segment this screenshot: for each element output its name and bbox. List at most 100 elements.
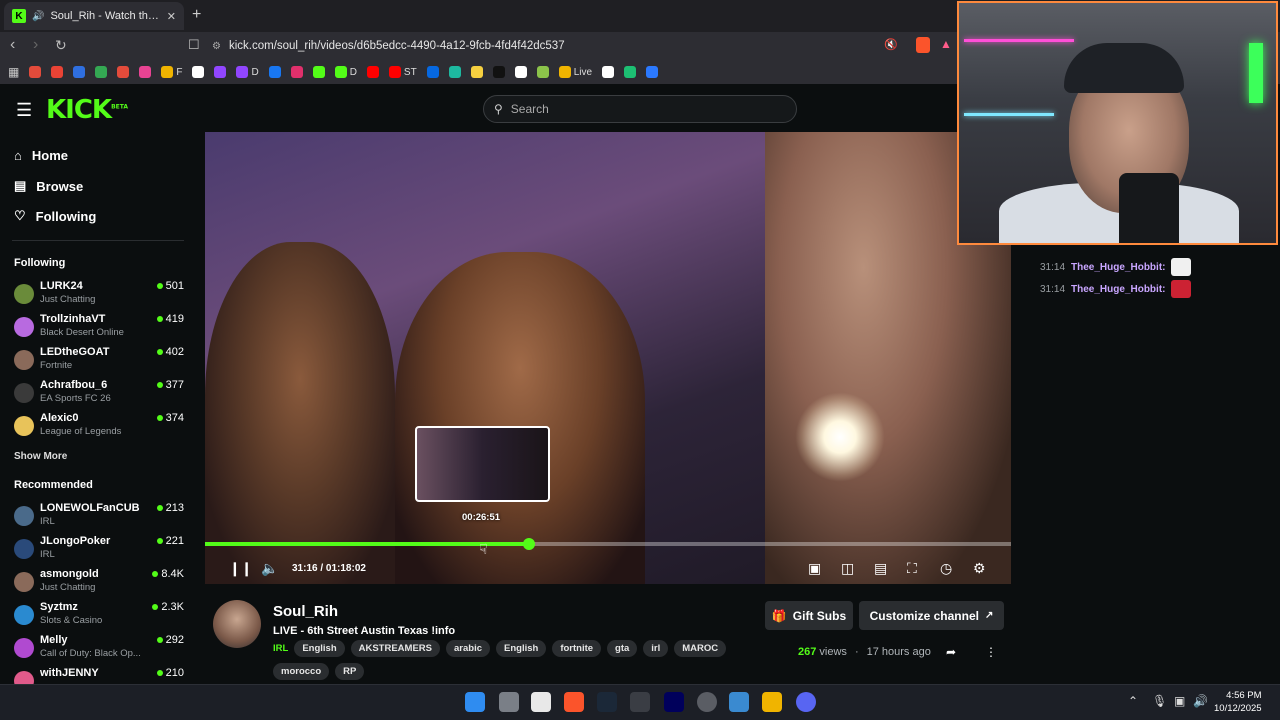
more-options-icon[interactable]: ⋮ [985, 645, 997, 659]
network-icon[interactable]: ▣ [1174, 694, 1185, 708]
bookmark-item[interactable] [117, 66, 130, 78]
bookmark-item[interactable] [470, 66, 483, 78]
gift-subs-button[interactable]: 🎁 Gift Subs [765, 601, 853, 630]
customize-channel-button[interactable]: Customize channel ↗ [859, 601, 1004, 630]
mute-site-icon[interactable]: 🔇 [884, 38, 898, 51]
show-more-link[interactable]: Show More [14, 451, 67, 462]
tray-chevron-icon[interactable]: ⌃ [1128, 694, 1138, 708]
clip-icon[interactable]: ◫ [841, 560, 854, 577]
bookmark-item[interactable] [426, 66, 439, 78]
app-icon[interactable] [531, 692, 551, 712]
search-input[interactable]: ⚲ Search [483, 95, 797, 123]
category-link[interactable]: IRL [273, 640, 288, 657]
system-clock[interactable]: 4:56 PM 10/12/2025 [1214, 689, 1262, 715]
reload-icon[interactable]: ↻ [55, 37, 67, 54]
nav-following[interactable]: ♡ Following [14, 208, 96, 224]
brave-rewards-icon[interactable]: ▲ [940, 37, 952, 51]
share-icon[interactable]: ➦ [946, 645, 956, 659]
new-tab-button[interactable]: + [192, 6, 201, 24]
close-tab-icon[interactable]: ✕ [167, 10, 176, 23]
playback-speed-icon[interactable]: ◷ [940, 560, 952, 577]
nav-browse[interactable]: ▤ Browse [14, 178, 83, 194]
channel-list-item[interactable]: LONEWOLFanCUB IRL 213 [14, 502, 184, 534]
task-view-icon[interactable] [499, 692, 519, 712]
bookmark-icon[interactable]: ☐ [188, 37, 200, 53]
tag-chip[interactable]: English [294, 640, 345, 657]
bookmark-item[interactable]: ST [388, 66, 417, 78]
bookmark-item[interactable] [95, 66, 108, 78]
tag-chip[interactable]: morocco [273, 663, 330, 680]
channel-list-item[interactable]: Melly Call of Duty: Black Op... 292 [14, 634, 184, 666]
bookmark-item[interactable] [624, 66, 637, 78]
site-info-icon[interactable]: ⚙ [212, 41, 221, 52]
bookmark-item[interactable] [366, 66, 379, 78]
file-explorer-icon[interactable] [762, 692, 782, 712]
start-menu-icon[interactable] [465, 692, 485, 712]
bookmark-item[interactable] [492, 66, 505, 78]
bookmark-item[interactable]: F [161, 66, 182, 78]
nav-home[interactable]: ⌂ Home [14, 148, 68, 163]
channel-list-item[interactable]: Syztmz Slots & Casino 2.3K [14, 601, 184, 633]
bookmark-item[interactable] [139, 66, 152, 78]
bookmark-item[interactable] [646, 66, 659, 78]
tag-chip[interactable]: gta [607, 640, 638, 657]
bookmark-item[interactable] [602, 66, 615, 78]
progress-handle[interactable] [523, 538, 535, 550]
channel-name[interactable]: Soul_Rih [273, 603, 338, 620]
back-icon[interactable]: ‹ [10, 36, 15, 54]
chat-username[interactable]: Thee_Huge_Hobbit: [1071, 262, 1165, 273]
bookmark-item[interactable] [312, 66, 325, 78]
bookmark-item[interactable] [192, 66, 205, 78]
volume-tray-icon[interactable]: 🔊 [1193, 694, 1208, 708]
channel-list-item[interactable]: TrollzinhaVT Black Desert Online 419 [14, 313, 184, 345]
photos-icon[interactable] [729, 692, 749, 712]
bookmark-item[interactable] [290, 66, 303, 78]
bookmark-item[interactable] [514, 66, 527, 78]
kick-logo[interactable]: KICKBETA [46, 95, 128, 125]
bookmark-item[interactable] [51, 66, 64, 78]
fullscreen-icon[interactable]: ⛶ [907, 560, 917, 577]
premiere-pro-icon[interactable] [664, 692, 684, 712]
bookmark-item[interactable] [73, 66, 86, 78]
settings-gear-icon[interactable]: ⚙ [973, 560, 986, 577]
obs-icon[interactable] [697, 692, 717, 712]
theater-mode-icon[interactable]: ▤ [874, 560, 887, 577]
pause-button[interactable]: ❙❙ [229, 560, 252, 577]
brave-browser-icon[interactable] [564, 692, 584, 712]
bookmark-item[interactable] [536, 66, 549, 78]
channel-list-item[interactable]: Achrafbou_6 EA Sports FC 26 377 [14, 379, 184, 411]
tag-chip[interactable]: English [496, 640, 547, 657]
forward-icon[interactable]: › [33, 36, 38, 54]
app-icon[interactable] [630, 692, 650, 712]
brave-shield-icon[interactable] [916, 37, 930, 53]
apps-grid-icon[interactable]: ▦ [8, 65, 19, 79]
tag-chip[interactable]: fortnite [552, 640, 602, 657]
bookmark-item[interactable]: D [236, 66, 259, 78]
channel-list-item[interactable]: LURK24 Just Chatting 501 [14, 280, 184, 312]
microphone-tray-icon[interactable]: 🎙 [1152, 694, 1167, 708]
volume-button[interactable]: 🔈 [261, 560, 278, 577]
bookmark-item[interactable]: D [334, 66, 357, 78]
channel-list-item[interactable]: LEDtheGOAT Fortnite 402 [14, 346, 184, 378]
menu-icon[interactable]: ☰ [16, 100, 32, 121]
bookmark-item[interactable] [448, 66, 461, 78]
tag-chip[interactable]: AKSTREAMERS [350, 640, 440, 657]
chat-username[interactable]: Thee_Huge_Hobbit: [1071, 284, 1165, 295]
bookmark-item[interactable] [214, 66, 227, 78]
bookmark-item[interactable] [268, 66, 281, 78]
tag-chip[interactable]: irl [643, 640, 669, 657]
audio-icon[interactable]: 🔊 [32, 11, 44, 22]
browser-tab[interactable]: K 🔊 Soul_Rih - Watch the VOD on Kick ✕ [4, 2, 184, 30]
steam-icon[interactable] [597, 692, 617, 712]
video-player[interactable] [205, 132, 1011, 584]
tag-chip[interactable]: arabic [446, 640, 490, 657]
channel-list-item[interactable]: JLongoPoker IRL 221 [14, 535, 184, 567]
discord-icon[interactable] [796, 692, 816, 712]
tag-chip[interactable]: MAROC [674, 640, 727, 657]
channel-avatar[interactable] [213, 600, 261, 648]
bookmark-item[interactable]: Live [558, 66, 592, 78]
url-field[interactable]: ⚙ kick.com/soul_rih/videos/d6b5edcc-4490… [212, 35, 952, 57]
miniplayer-icon[interactable]: ▣ [808, 560, 821, 577]
tag-chip[interactable]: RP [335, 663, 365, 680]
bookmark-item[interactable] [29, 66, 42, 78]
